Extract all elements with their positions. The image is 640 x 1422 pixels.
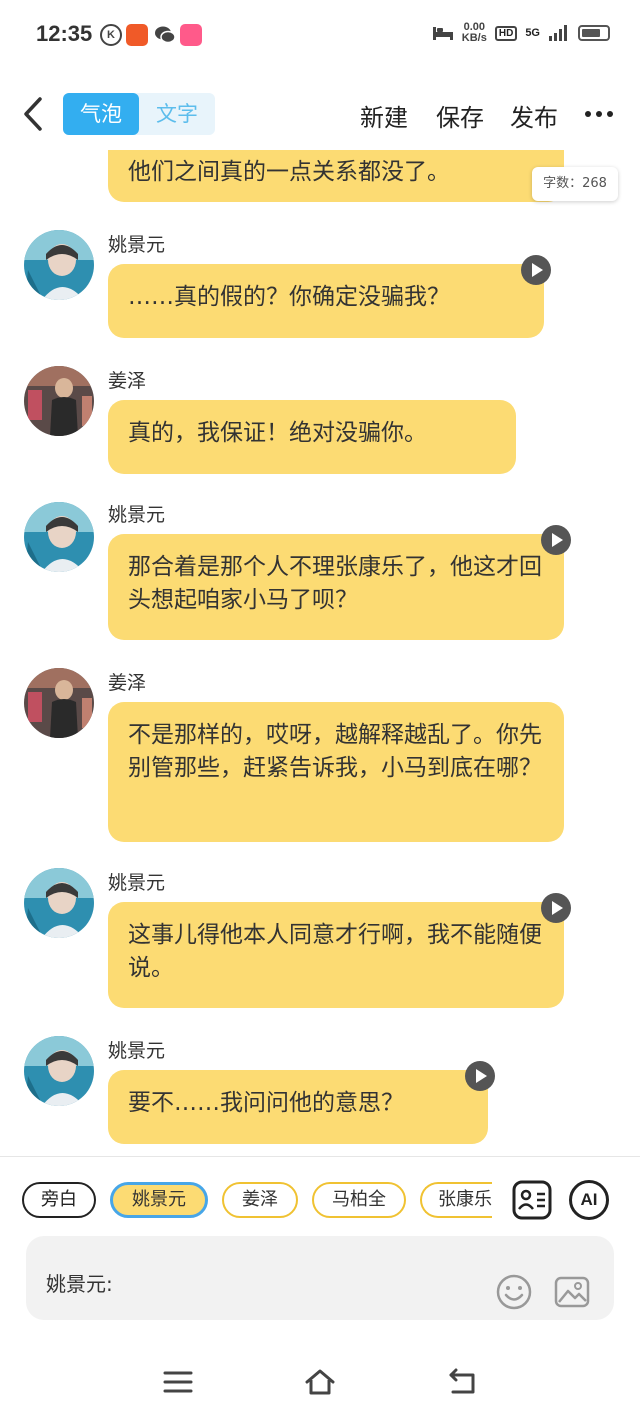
wechat-icon [155, 26, 176, 44]
image-icon[interactable] [554, 1274, 590, 1310]
chat-bubble[interactable]: 真的，我保证！绝对没骗你。 [108, 400, 516, 474]
message-text: 不是那样的，哎呀，越解释越乱了。你先别管那些，赶紧告诉我，小马到底在哪？ [128, 722, 542, 781]
message-text: 真的，我保证！绝对没骗你。 [128, 420, 427, 446]
avatar-yaojingyuan[interactable] [24, 1036, 94, 1106]
avatar-jiangze[interactable] [24, 366, 94, 436]
chat-area[interactable]: 他们之间真的一点关系都没了。 姚景元 ……真的假的？你确定没骗我？ 姜泽 真的，… [0, 150, 640, 1155]
hd-badge: HD [494, 25, 518, 41]
status-bar: 12:35 K 0.00 KB/s HD 5G [0, 0, 640, 72]
play-icon[interactable] [520, 254, 552, 286]
message-text: ……真的假的？你确定没骗我？ [128, 284, 450, 310]
character-card-icon[interactable] [512, 1180, 552, 1220]
system-nav-bar [0, 1346, 640, 1422]
publish-button[interactable]: 发布 [510, 98, 558, 133]
signal-bars-icon [549, 25, 567, 41]
bed-icon [432, 27, 453, 40]
play-icon[interactable] [540, 892, 572, 924]
back-nav-icon[interactable] [446, 1368, 478, 1396]
sender-name: 姚景元 [108, 504, 166, 526]
tab-bubble[interactable]: 气泡 [63, 93, 139, 135]
chat-bubble[interactable]: ……真的假的？你确定没骗我？ [108, 264, 544, 338]
more-dots-icon[interactable] [584, 104, 614, 124]
ai-button[interactable]: AI [569, 1180, 609, 1220]
net-speed-unit: KB/s [461, 32, 487, 44]
chat-bubble[interactable]: 他们之间真的一点关系都没了。 [108, 150, 564, 202]
sender-name: 姜泽 [108, 370, 147, 392]
sender-name: 姚景元 [108, 1040, 166, 1062]
sender-name: 姚景元 [108, 872, 166, 894]
avatar-jiangze[interactable] [24, 668, 94, 738]
mode-toggle: 气泡 文字 [63, 93, 215, 135]
save-button[interactable]: 保存 [436, 98, 484, 133]
avatar-yaojingyuan[interactable] [24, 230, 94, 300]
app-notification-icon [126, 24, 148, 46]
emoji-icon[interactable] [496, 1274, 532, 1310]
chat-bubble[interactable]: 这事儿得他本人同意才行啊，我不能随便说。 [108, 902, 564, 1008]
character-chip-narrator[interactable]: 旁白 [22, 1182, 96, 1218]
status-time: 12:35 [36, 21, 93, 46]
message-text: 要不……我问问他的意思？ [128, 1090, 404, 1116]
menu-icon[interactable] [162, 1368, 194, 1396]
message-text: 那合着是那个人不理张康乐了，他这才回头想起咱家小马了呗？ [128, 554, 542, 613]
character-chip-jiangze[interactable]: 姜泽 [222, 1182, 298, 1218]
status-right: 0.00 KB/s HD 5G [432, 22, 610, 44]
word-count-badge: 字数：268 [532, 167, 618, 201]
chat-bubble[interactable]: 不是那样的，哎呀，越解释越乱了。你先别管那些，赶紧告诉我，小马到底在哪？ [108, 702, 564, 842]
net-speed: 0.00 KB/s [462, 22, 487, 44]
signal-label: 5G [525, 27, 540, 39]
new-button[interactable]: 新建 [360, 98, 408, 133]
character-chip-mabaiquan[interactable]: 马柏全 [312, 1182, 406, 1218]
chat-bubble[interactable]: 那合着是那个人不理张康乐了，他这才回头想起咱家小马了呗？ [108, 534, 564, 640]
sender-name: 姚景元 [108, 234, 166, 256]
character-chip-yaojingyuan[interactable]: 姚景元 [110, 1182, 208, 1218]
character-chip-zhangkangle[interactable]: 张康乐 [420, 1182, 492, 1218]
home-icon[interactable] [304, 1368, 336, 1396]
app-notification-icon-2 [180, 24, 202, 46]
play-icon[interactable] [540, 524, 572, 556]
back-arrow-icon[interactable] [20, 96, 50, 132]
input-speaker-label: 姚景元: [46, 1272, 113, 1296]
k-app-icon: K [100, 24, 122, 46]
play-icon[interactable] [464, 1060, 496, 1092]
avatar-yaojingyuan[interactable] [24, 502, 94, 572]
message-text: 他们之间真的一点关系都没了。 [128, 159, 450, 185]
tab-text[interactable]: 文字 [139, 93, 215, 135]
chat-bubble[interactable]: 要不……我问问他的意思？ [108, 1070, 488, 1144]
battery-icon [578, 25, 610, 41]
avatar-yaojingyuan[interactable] [24, 868, 94, 938]
sender-name: 姜泽 [108, 672, 147, 694]
message-text: 这事儿得他本人同意才行啊，我不能随便说。 [128, 922, 542, 981]
